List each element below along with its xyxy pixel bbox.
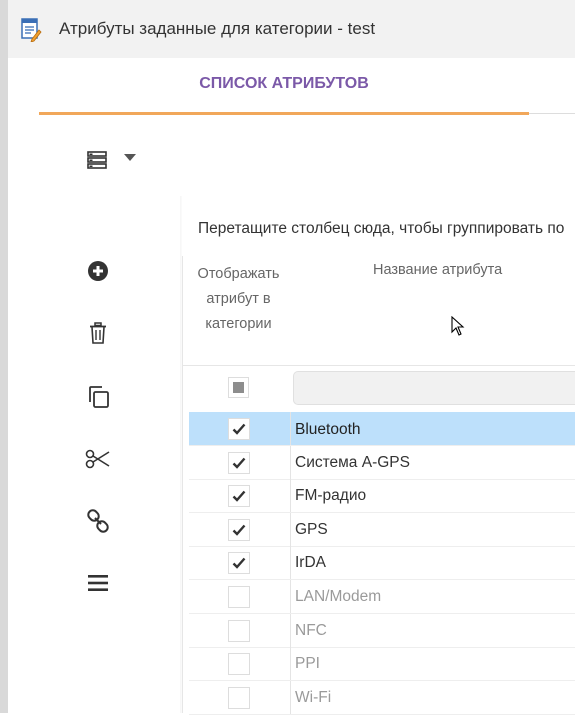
attribute-name: GPS xyxy=(295,520,328,538)
table-row[interactable]: FM-радио xyxy=(189,479,575,514)
cut-button[interactable] xyxy=(83,446,113,476)
cell-divider xyxy=(290,479,291,513)
display-checkbox[interactable] xyxy=(228,653,250,676)
table-row[interactable]: IrDA xyxy=(189,546,575,581)
display-checkbox[interactable] xyxy=(228,686,250,709)
cell-divider xyxy=(290,680,291,714)
copy-icon xyxy=(86,385,110,414)
checkmark-icon xyxy=(232,423,246,435)
group-panel-hint: Перетащите столбец сюда, чтобы группиров… xyxy=(198,220,565,237)
header-divider xyxy=(182,365,575,366)
add-circle-icon xyxy=(87,260,109,287)
view-menu-button[interactable] xyxy=(82,146,142,174)
attribute-name: IrDA xyxy=(295,554,326,572)
delete-button[interactable] xyxy=(83,320,113,350)
filter-checkbox[interactable] xyxy=(228,377,249,398)
filter-input[interactable] xyxy=(293,371,575,405)
display-checkbox[interactable] xyxy=(228,418,250,440)
table-row[interactable]: Wi-Fi xyxy=(189,680,575,715)
table-row[interactable]: LAN/Modem xyxy=(189,580,575,614)
tab-bar-divider xyxy=(529,113,575,114)
column-header-name[interactable]: Название атрибута xyxy=(373,262,502,278)
checkmark-icon xyxy=(232,524,246,536)
group-panel[interactable]: Перетащите столбец сюда, чтобы группиров… xyxy=(182,196,575,256)
attribute-name: Wi-Fi xyxy=(295,688,332,706)
checkmark-icon xyxy=(232,490,246,502)
display-checkbox[interactable] xyxy=(228,619,250,642)
table-row[interactable]: PPI xyxy=(189,647,575,682)
column-header-display[interactable]: Отображать атрибут в категории xyxy=(190,262,287,337)
cell-divider xyxy=(290,445,291,479)
window: Атрибуты заданные для категории - test С… xyxy=(0,0,575,715)
cell-divider xyxy=(290,412,291,445)
checkmark-icon xyxy=(232,457,246,469)
window-left-edge xyxy=(0,0,8,713)
attribute-name: PPI xyxy=(295,655,320,673)
attribute-name: LAN/Modem xyxy=(295,588,382,605)
attribute-name: NFC xyxy=(295,621,327,639)
add-button[interactable] xyxy=(83,258,113,288)
chevron-down-icon xyxy=(124,154,136,161)
window-title: Атрибуты заданные для категории - test xyxy=(59,19,376,38)
cell-divider xyxy=(290,580,291,613)
tab-attribute-list[interactable]: СПИСОК АТРИБУТОВ xyxy=(39,58,529,115)
attribute-name: Система A-GPS xyxy=(295,453,410,471)
display-checkbox[interactable] xyxy=(228,518,250,541)
link-button[interactable] xyxy=(83,508,113,538)
more-menu-button[interactable] xyxy=(83,570,113,600)
trash-icon xyxy=(89,321,107,349)
attribute-name: Bluetooth xyxy=(295,421,361,438)
table-row[interactable]: Bluetooth xyxy=(189,412,575,446)
scissors-icon xyxy=(85,449,111,474)
hamburger-icon xyxy=(87,574,109,597)
link-icon xyxy=(86,508,110,538)
table-row[interactable]: Система A-GPS xyxy=(189,445,575,480)
attribute-name: FM-радио xyxy=(295,487,367,505)
cell-divider xyxy=(290,546,291,580)
table-row[interactable]: NFC xyxy=(189,613,575,648)
copy-button[interactable] xyxy=(83,384,113,414)
display-checkbox[interactable] xyxy=(228,451,250,474)
display-checkbox[interactable] xyxy=(228,552,250,575)
table-row[interactable]: GPS xyxy=(189,512,575,547)
cell-divider xyxy=(290,647,291,681)
checkmark-icon xyxy=(232,558,246,570)
display-checkbox[interactable] xyxy=(228,586,250,608)
mouse-cursor-icon xyxy=(451,315,465,336)
indeterminate-mark xyxy=(233,382,244,393)
document-edit-icon xyxy=(20,18,42,43)
display-checkbox[interactable] xyxy=(228,485,250,508)
cell-divider xyxy=(290,512,291,546)
list-menu-icon xyxy=(87,151,107,174)
tab-label: СПИСОК АТРИБУТОВ xyxy=(199,75,369,92)
active-tab-indicator xyxy=(39,112,529,115)
cell-divider xyxy=(290,613,291,647)
